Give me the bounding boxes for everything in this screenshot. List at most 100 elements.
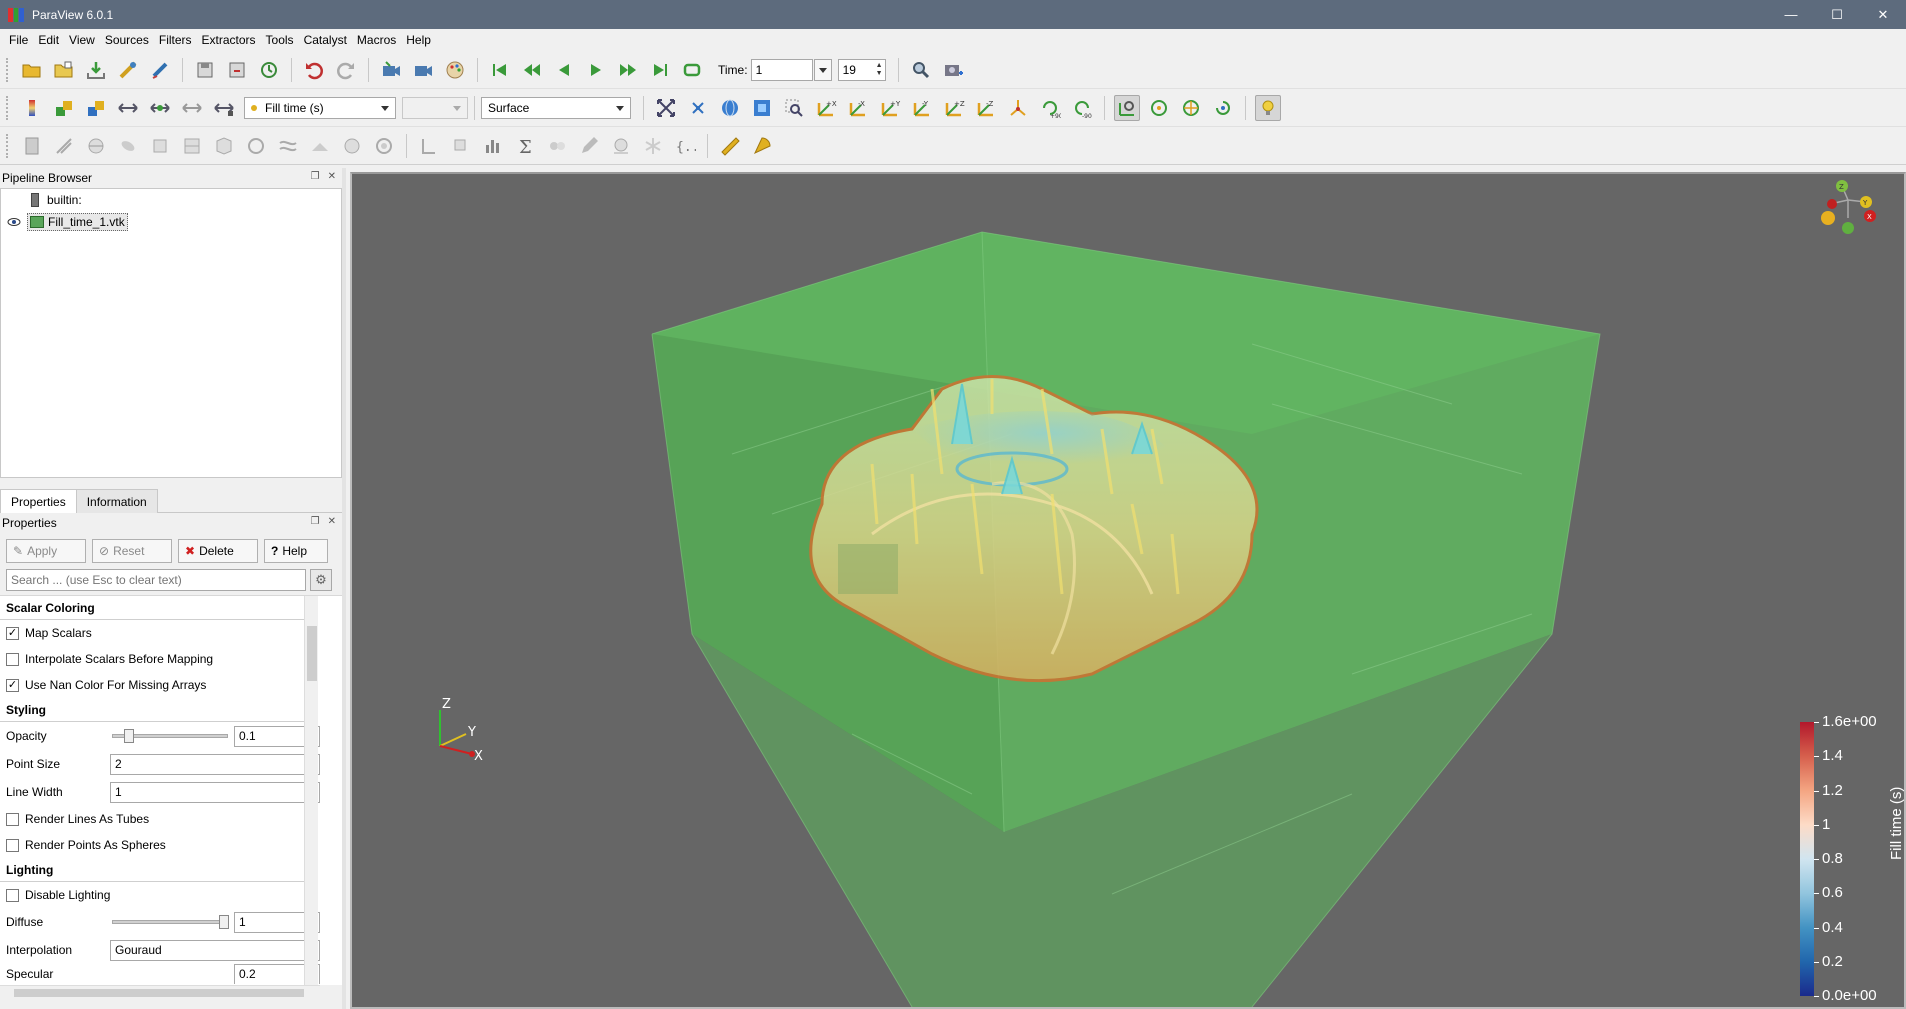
python-calculator-button[interactable]	[640, 133, 666, 159]
scrollbar-thumb[interactable]	[307, 626, 317, 681]
python-script-button[interactable]: {..}	[672, 133, 698, 159]
threshold-filter-button[interactable]	[147, 133, 173, 159]
menu-file[interactable]: File	[4, 33, 33, 47]
nan-color-checkbox[interactable]: ✓	[6, 678, 19, 692]
close-dock-icon[interactable]: ✕	[328, 516, 336, 527]
time-dropdown-button[interactable]	[813, 58, 832, 81]
rescale-temporal-button[interactable]	[147, 95, 173, 121]
menu-extractors[interactable]: Extractors	[197, 33, 261, 47]
show-center-button[interactable]	[1114, 94, 1140, 121]
close-dock-icon[interactable]: ✕	[328, 171, 336, 182]
rotate-center-button[interactable]	[1210, 95, 1236, 121]
delete-button[interactable]: ✖ Delete	[178, 539, 258, 563]
menu-help[interactable]: Help	[401, 33, 436, 47]
first-frame-button[interactable]	[487, 57, 513, 83]
toolbar-grip[interactable]	[6, 95, 12, 120]
isometric-view-button[interactable]	[1005, 95, 1031, 121]
component-select[interactable]	[402, 96, 468, 119]
toggle-color-legend-button[interactable]	[19, 95, 45, 121]
properties-horizontal-scrollbar[interactable]	[0, 985, 320, 999]
extract-block-button[interactable]	[371, 133, 397, 159]
pipeline-item-builtin[interactable]: builtin:	[1, 189, 341, 211]
view-minus-y-button[interactable]: -Y	[909, 95, 935, 121]
save-data-button[interactable]	[83, 57, 109, 83]
ruler-button[interactable]	[717, 133, 743, 159]
spin-arrows-icon[interactable]: ▲ ▼	[876, 62, 883, 78]
edit-data-button[interactable]	[576, 133, 602, 159]
edit-color-map-button[interactable]	[51, 95, 77, 121]
interpolate-scalars-row[interactable]: Interpolate Scalars Before Mapping	[0, 646, 342, 672]
temporal-interpolator-button[interactable]	[544, 133, 570, 159]
toolbar-grip[interactable]	[6, 133, 12, 158]
open-file-button[interactable]	[19, 57, 45, 83]
reset-button[interactable]: ⊘ Reset	[92, 539, 172, 563]
time-value-field[interactable]: 1	[750, 58, 813, 81]
reset-camera-button[interactable]	[653, 95, 679, 121]
reset-range-button[interactable]	[83, 95, 109, 121]
calculator-filter-button[interactable]	[19, 133, 45, 159]
clip-filter-button[interactable]	[83, 133, 109, 159]
extract-level-button[interactable]	[339, 133, 365, 159]
disconnect-button[interactable]	[147, 57, 173, 83]
warp-vector-button[interactable]	[275, 133, 301, 159]
render-tubes-checkbox[interactable]	[6, 812, 19, 826]
camera-redo-button[interactable]	[410, 57, 436, 83]
interpolate-scalars-checkbox[interactable]	[6, 652, 19, 666]
recent-files-button[interactable]	[51, 57, 77, 83]
scrollbar-thumb[interactable]	[14, 989, 304, 997]
map-scalars-checkbox[interactable]: ✓	[6, 626, 19, 640]
previous-frame-button[interactable]	[519, 57, 545, 83]
properties-vertical-scrollbar[interactable]	[304, 596, 318, 985]
color-array-select[interactable]: Fill time (s)	[244, 96, 396, 119]
timestep-spinbox[interactable]: 19 ▲ ▼	[837, 58, 886, 81]
loop-button[interactable]	[679, 57, 705, 83]
protractor-button[interactable]	[749, 133, 775, 159]
tab-information[interactable]: Information	[75, 489, 158, 513]
menu-edit[interactable]: Edit	[33, 33, 64, 47]
undock-icon[interactable]: ❐	[311, 171, 320, 182]
reverse-play-button[interactable]	[551, 57, 577, 83]
load-state-button[interactable]	[224, 57, 250, 83]
3d-scene[interactable]: Z Y X Z Y X	[352, 174, 1904, 1007]
disable-lighting-row[interactable]: Disable Lighting	[0, 882, 342, 908]
plot-over-line-button[interactable]	[416, 133, 442, 159]
rotate-minus-90-button[interactable]: -90	[1069, 95, 1095, 121]
help-button[interactable]: ? Help	[264, 539, 328, 563]
last-frame-button[interactable]	[647, 57, 673, 83]
render-view[interactable]: Z Y X Z Y X	[350, 172, 1906, 1009]
menu-catalyst[interactable]: Catalyst	[299, 33, 352, 47]
color-palette-button[interactable]	[442, 57, 468, 83]
rescale-custom-button[interactable]	[115, 95, 141, 121]
gear-icon[interactable]: ⚙	[310, 569, 332, 591]
eye-icon[interactable]	[7, 215, 21, 229]
diffuse-slider[interactable]	[112, 915, 229, 929]
opacity-slider[interactable]	[112, 729, 228, 743]
probe-location-button[interactable]	[448, 133, 474, 159]
view-plus-y-button[interactable]: +Y	[877, 95, 903, 121]
undock-icon[interactable]: ❐	[311, 516, 320, 527]
undo-button[interactable]	[301, 57, 327, 83]
maximize-button[interactable]: ☐	[1814, 0, 1860, 29]
light-kit-button[interactable]	[1255, 94, 1281, 121]
contour-filter-button[interactable]	[51, 133, 77, 159]
close-window-button[interactable]: ✕	[1860, 0, 1906, 29]
view-plus-z-button[interactable]: +Z	[941, 95, 967, 121]
next-frame-button[interactable]	[615, 57, 641, 83]
representation-select[interactable]: Surface	[481, 96, 631, 119]
screenshot-button[interactable]	[940, 57, 966, 83]
camera-undo-button[interactable]	[378, 57, 404, 83]
rotate-plus-90-button[interactable]: +90	[1037, 95, 1063, 121]
reset-camera-closest-button[interactable]	[685, 95, 711, 121]
minimize-button[interactable]: —	[1768, 0, 1814, 29]
view-minus-x-button[interactable]: -X	[845, 95, 871, 121]
menu-filters[interactable]: Filters	[154, 33, 197, 47]
menu-view[interactable]: View	[64, 33, 100, 47]
reset-center-button[interactable]	[1146, 95, 1172, 121]
redo-button[interactable]	[333, 57, 359, 83]
properties-search-input[interactable]	[6, 569, 306, 591]
render-spheres-row[interactable]: Render Points As Spheres	[0, 832, 342, 858]
menu-tools[interactable]: Tools	[261, 33, 299, 47]
integrate-variables-button[interactable]: Σ	[512, 133, 538, 159]
reload-files-button[interactable]	[256, 57, 282, 83]
interpolation-select[interactable]: Gouraud	[110, 939, 320, 961]
